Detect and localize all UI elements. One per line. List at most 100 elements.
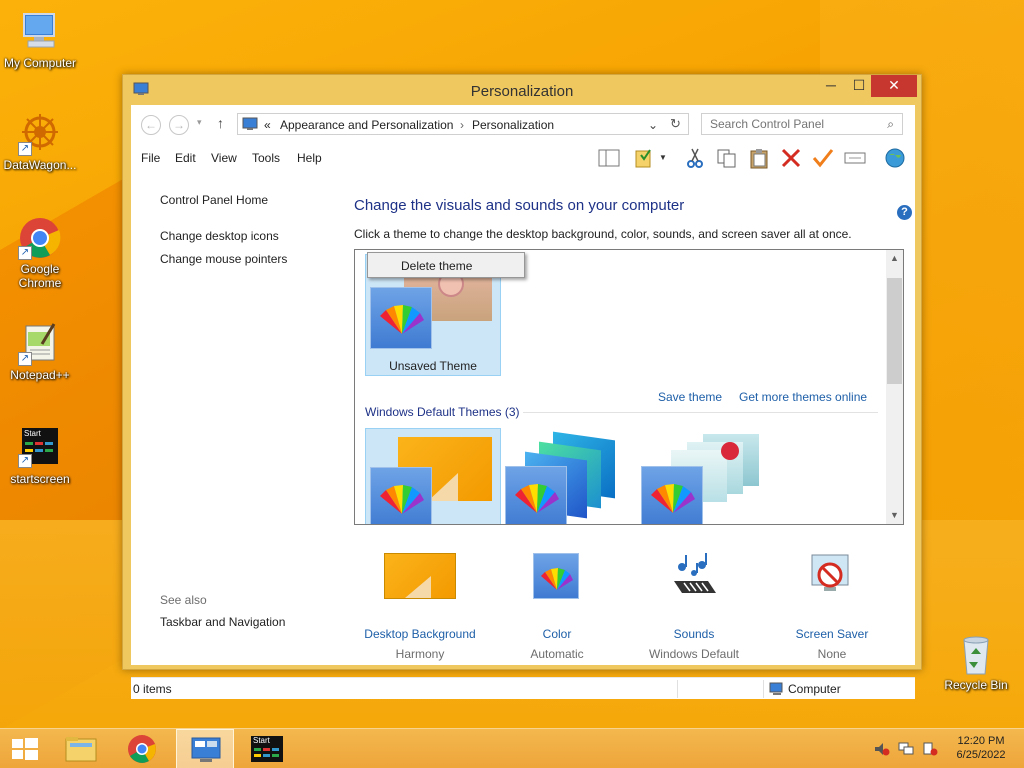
left-pane: Control Panel Home Change desktop icons … [131,173,351,643]
notepadpp-icon: ↗ [18,322,62,366]
desktop-icon-startscreen[interactable]: Start ↗ startscreen [0,428,80,486]
windows-logo-icon [12,738,38,760]
breadcrumb-separator-icon: › [460,118,464,132]
control-panel-icon [191,737,221,762]
scroll-up-icon[interactable]: ▲ [886,250,903,267]
save-theme-link[interactable]: Save theme [658,390,722,404]
menu-help[interactable]: Help [297,151,322,165]
screen-saver-link[interactable]: Screen Saver [767,627,897,641]
menu-bar: File Edit View Tools Help ▼ [131,143,915,173]
folder-properties-icon[interactable] [633,147,657,169]
taskbar-control-panel[interactable] [176,729,234,768]
back-button[interactable]: ← [141,115,161,135]
themes-list[interactable]: Unsaved Theme Delete theme Save theme Ge… [354,249,904,525]
taskbar-file-explorer[interactable] [52,729,110,768]
breadcrumb-personalization[interactable]: Personalization [472,118,554,132]
checkmark-icon[interactable] [811,147,835,169]
color-palette-icon [533,553,579,599]
address-row: ← → ▾ ↑ « Appearance and Personalization… [131,105,915,143]
menu-view[interactable]: View [211,151,237,165]
network-icon[interactable] [898,742,914,756]
get-more-themes-link[interactable]: Get more themes online [739,390,867,404]
search-icon[interactable]: ⌕ [887,117,894,132]
minimize-button[interactable]: ─ [817,75,845,97]
action-center-icon[interactable] [922,742,938,756]
address-bar[interactable]: « Appearance and Personalization › Perso… [237,113,689,135]
change-desktop-icons-link[interactable]: Change desktop icons [160,229,279,243]
toolbar-dropdown-icon[interactable]: ▼ [659,153,667,162]
desktop-icon-notepadpp[interactable]: ↗ Notepad++ [0,322,80,382]
chrome-icon: ↗ [18,216,62,260]
window-client-area: ← → ▾ ↑ « Appearance and Personalization… [131,105,915,699]
recycle-bin-icon [954,632,998,676]
theme-tile-flowers[interactable] [641,428,771,524]
start-button[interactable] [0,729,58,768]
window-title: Personalization [470,83,574,100]
control-panel-home-link[interactable]: Control Panel Home [160,193,268,207]
search-input[interactable] [702,114,872,134]
globe-icon[interactable] [883,147,907,169]
paste-icon[interactable] [747,147,771,169]
context-menu: Delete theme [367,252,525,278]
page-title: Change the visuals and sounds on your co… [354,197,685,214]
startscreen-icon: Start [251,736,283,762]
maximize-button[interactable]: ☐ [845,75,873,97]
copy-icon[interactable] [715,147,739,169]
refresh-icon[interactable]: ↻ [670,116,681,132]
desktop-icon-my-computer[interactable]: My Computer [0,10,80,70]
scroll-down-icon[interactable]: ▼ [886,507,903,524]
default-themes-group-title: Windows Default Themes (3) [365,405,520,419]
color-palette-icon [641,466,703,524]
scroll-thumb[interactable] [887,278,902,384]
forward-button[interactable]: → [169,115,189,135]
themes-scrollbar[interactable]: ▲ ▼ [886,250,903,524]
taskbar-startscreen[interactable]: Start [238,729,296,768]
shortcut-arrow-icon: ↗ [18,246,32,260]
control-panel-icon [242,117,258,131]
theme-tile-windows[interactable] [365,428,501,524]
menu-edit[interactable]: Edit [175,151,196,165]
desktop-icon-google-chrome[interactable]: ↗ Google Chrome [0,216,80,290]
startscreen-icon: Start ↗ [18,428,62,472]
menu-file[interactable]: File [141,151,160,165]
shortcut-arrow-icon: ↗ [18,352,32,366]
main-content: Change the visuals and sounds on your co… [353,173,913,661]
title-bar[interactable]: Personalization ─ ☐ ✕ [123,75,921,105]
color-palette-icon [370,467,432,524]
cut-icon[interactable] [683,147,707,169]
delete-icon[interactable] [779,147,803,169]
address-dropdown-icon[interactable]: ⌄ [648,118,658,132]
address-overflow[interactable]: « [264,118,271,132]
close-button[interactable]: ✕ [871,75,917,97]
desktop-background-link[interactable]: Desktop Background [355,627,485,641]
clock-date: 6/25/2022 [956,749,1006,761]
status-location: Computer [788,682,841,696]
recent-pages-chevron-icon[interactable]: ▾ [197,117,202,128]
system-clock[interactable]: 12:20 PM 6/25/2022 [948,734,1014,762]
menu-tools[interactable]: Tools [252,151,280,165]
computer-icon [18,10,62,54]
volume-muted-icon[interactable] [874,742,890,756]
folder-icon [65,737,97,762]
datawagon-icon: ↗ [18,112,62,156]
layout-pane-icon[interactable] [597,147,621,169]
change-mouse-pointers-link[interactable]: Change mouse pointers [160,252,287,266]
breadcrumb-appearance[interactable]: Appearance and Personalization [280,118,453,132]
theme-label-unsaved: Unsaved Theme [389,359,477,373]
color-value: Automatic [530,647,584,661]
theme-tile-lines-and-colors[interactable] [505,428,635,524]
taskbar: Start 12:20 PM 6/25/2022 [0,728,1024,768]
delete-theme-menu-item[interactable]: Delete theme [401,259,472,273]
rename-icon[interactable] [843,147,867,169]
search-box[interactable]: ⌕ [701,113,903,135]
taskbar-navigation-link[interactable]: Taskbar and Navigation [160,615,285,629]
sounds-link[interactable]: Sounds [629,627,759,641]
chrome-icon [128,735,156,763]
taskbar-chrome[interactable] [113,729,171,768]
desktop-icon-recycle-bin[interactable]: Recycle Bin [936,632,1016,692]
desktop-icon-datawagon[interactable]: ↗ DataWagon... [0,112,80,172]
desktop-background-thumbnail [384,553,456,599]
color-link[interactable]: Color [492,627,622,641]
color-palette-icon [370,287,432,349]
up-arrow-icon[interactable]: ↑ [217,115,224,131]
